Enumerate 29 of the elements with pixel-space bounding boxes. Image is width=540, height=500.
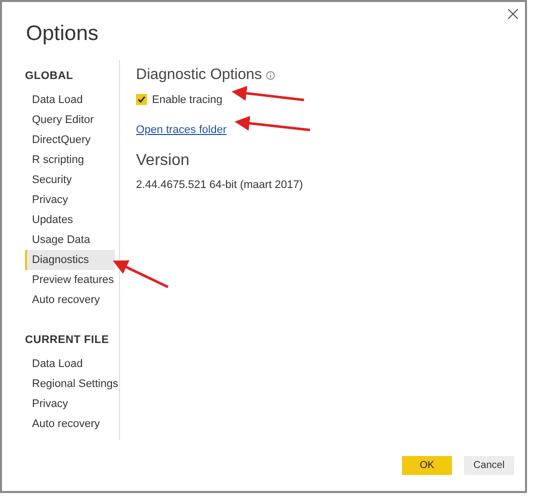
sidebar-item[interactable]: Data Load — [25, 90, 115, 110]
sidebar-item[interactable]: DirectQuery — [25, 130, 115, 150]
sidebar-heading: CURRENT FILE — [25, 333, 110, 348]
sidebar-item[interactable]: Auto recovery — [25, 290, 115, 310]
close-button[interactable] — [505, 6, 521, 22]
sidebar-item[interactable]: Updates — [25, 210, 115, 230]
sidebar-heading: GLOBAL — [25, 69, 74, 84]
window-title: Options — [26, 21, 98, 47]
sidebar-item[interactable]: Usage Data — [25, 230, 115, 250]
sidebar-item[interactable]: Preview features — [25, 270, 115, 290]
sidebar-item[interactable]: Auto recovery — [25, 414, 115, 434]
section-heading: Diagnostic Options — [136, 65, 262, 85]
sidebar-item[interactable]: Query Editor — [25, 110, 115, 130]
sidebar-item[interactable]: Diagnostics — [25, 250, 115, 270]
dialog-button[interactable]: Cancel — [464, 456, 514, 475]
sidebar-item[interactable]: R scripting — [25, 150, 115, 170]
version-heading: Version — [136, 150, 190, 170]
version-text: 2.44.4675.521 64-bit (maart 2017) — [136, 178, 303, 192]
checkbox[interactable] — [136, 94, 147, 106]
close-icon — [508, 9, 518, 19]
sidebar-item[interactable]: Privacy — [25, 394, 115, 414]
annotation-arrow — [112, 260, 169, 288]
open-folder-link[interactable]: Open traces folder — [136, 122, 303, 138]
sidebar-item[interactable]: Security — [25, 170, 115, 190]
sidebar-item[interactable]: Privacy — [25, 190, 115, 210]
info-icon — [266, 70, 275, 80]
sidebar-item[interactable]: Data Load — [25, 354, 115, 374]
dialog-button[interactable]: OK — [402, 456, 452, 475]
checkbox-label: Enable tracing — [152, 92, 222, 108]
